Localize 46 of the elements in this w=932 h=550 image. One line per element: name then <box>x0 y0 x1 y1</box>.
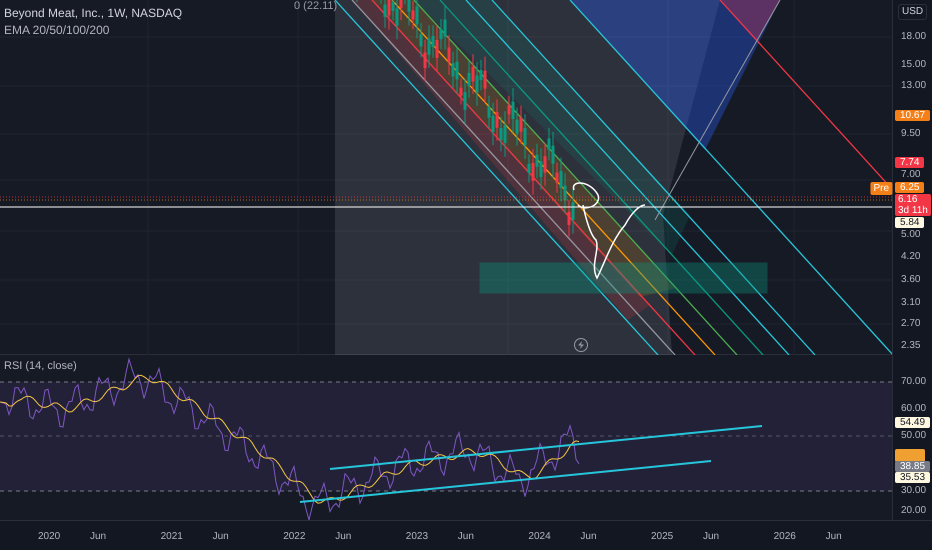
price-tag: 6.25 <box>895 182 924 193</box>
time-axis-label: 2021 <box>160 530 183 543</box>
axis-label: 15.00 <box>901 59 926 70</box>
indicator-label: EMA 20/50/100/200 <box>4 22 110 38</box>
axis-label: 20.00 <box>901 505 926 516</box>
time-axis-label: 2022 <box>283 530 306 543</box>
time-axis-label: Jun <box>703 530 720 543</box>
axis-label: 13.00 <box>901 80 926 91</box>
time-axis-label: Jun <box>458 530 474 543</box>
time-axis-label: Jun <box>335 530 352 543</box>
fib-level-label: 0 (22.11) <box>294 0 338 13</box>
price-tag: 5.84 <box>895 217 924 228</box>
time-axis-label: Jun <box>580 530 597 543</box>
axis-label: 70.00 <box>901 376 926 387</box>
time-axis-label: 2023 <box>406 530 428 543</box>
time-axis-label: 2026 <box>774 530 796 543</box>
axis-label: 9.50 <box>901 128 920 139</box>
axis-label: 2.70 <box>901 318 920 329</box>
axis-label: 4.20 <box>901 251 920 262</box>
axis-label: 2.35 <box>901 340 920 351</box>
time-axis-label: Jun <box>212 530 229 543</box>
axis-label: 5.00 <box>901 229 920 240</box>
time-axis-label: 2020 <box>38 530 60 543</box>
axis-label: 50.00 <box>901 430 926 441</box>
time-axis-label: 2025 <box>651 530 674 543</box>
axis-label: 3.10 <box>901 297 920 308</box>
price-tag: 54.49 <box>895 417 930 428</box>
axis-label: 3.60 <box>901 274 920 285</box>
premarket-badge: Pre <box>870 182 892 195</box>
symbol-title: Beyond Meat, Inc., 1W, NASDAQ <box>4 5 182 21</box>
axis-label: 7.00 <box>901 169 920 180</box>
axis-label: 18.00 <box>901 31 926 42</box>
price-tag: 10.67 <box>895 110 930 121</box>
price-tag: 38.85 <box>895 461 930 472</box>
axis-label: 60.00 <box>901 403 926 414</box>
rsi-title: RSI (14, close) <box>4 359 77 373</box>
lightning-icon[interactable] <box>574 338 588 352</box>
bar-countdown: 3d 11h <box>898 205 928 216</box>
time-axis-label: 2024 <box>528 530 551 543</box>
price-tag: 7.74 <box>895 157 924 168</box>
time-axis-label: Jun <box>90 530 106 543</box>
time-axis-label: Jun <box>826 530 842 543</box>
price-tag: 35.53 <box>895 472 930 483</box>
currency-button[interactable]: USD <box>898 4 928 20</box>
last-price: 6.16 <box>898 194 918 205</box>
axis-label: 30.00 <box>901 485 926 496</box>
